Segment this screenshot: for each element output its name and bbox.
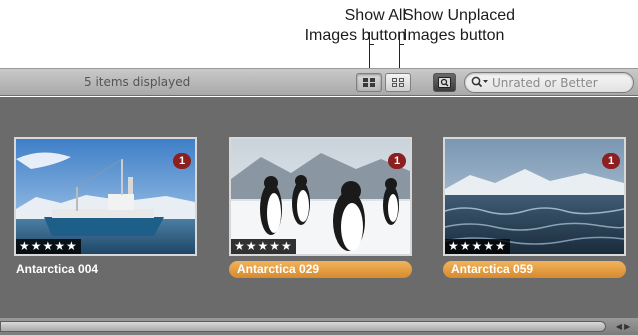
search-icon <box>471 76 488 88</box>
placed-count-badge: 1 <box>388 153 406 169</box>
grid-icon <box>363 78 375 87</box>
item-name[interactable]: Antarctica 029 <box>229 261 412 278</box>
star-rating[interactable]: ★★★★★ <box>16 239 81 254</box>
items-count-label: 5 items displayed <box>84 75 191 89</box>
star-rating[interactable]: ★★★★★ <box>231 239 296 254</box>
locate-icon <box>438 77 451 88</box>
penguins-photo <box>231 139 410 254</box>
browser-item[interactable]: 1 ★★★★★ Antarctica 059 <box>443 137 626 278</box>
callout-text: Show Unplaced <box>403 7 516 24</box>
browser-item[interactable]: 1 ★★★★★ Antarctica 004 <box>14 137 197 278</box>
browser-toolbar: 5 items displayed Unrated or Better <box>0 68 638 96</box>
callout-text: Images button <box>304 27 406 44</box>
callout-leader-line <box>399 44 404 45</box>
callout-leader-line <box>369 44 374 45</box>
thumbnail[interactable]: 1 ★★★★★ <box>14 137 197 256</box>
callout-text: Show All <box>344 7 406 24</box>
search-placeholder: Unrated or Better <box>492 76 598 90</box>
grid-outline-icon <box>392 78 404 87</box>
show-all-callout: Show All Images button <box>236 6 406 46</box>
star-rating[interactable]: ★★★★★ <box>445 239 510 254</box>
locate-button[interactable] <box>433 73 456 92</box>
placed-count-badge: 1 <box>602 153 620 169</box>
item-name[interactable]: Antarctica 004 <box>14 261 197 278</box>
stormy-sea-photo <box>445 139 624 254</box>
show-unplaced-images-button[interactable] <box>385 73 411 92</box>
show-all-images-button[interactable] <box>356 73 382 92</box>
scroll-arrows-icon[interactable]: ◀ ▶ <box>610 321 636 332</box>
horizontal-scrollbar[interactable]: ◀ ▶ <box>0 318 638 335</box>
callout-text: Images button <box>403 27 505 44</box>
scrollbar-thumb[interactable] <box>0 321 606 332</box>
thumbnail[interactable]: 1 ★★★★★ <box>443 137 626 256</box>
callout-leader-line <box>369 32 370 68</box>
rating-search-field[interactable]: Unrated or Better <box>464 72 634 93</box>
browser-item[interactable]: 1 ★★★★★ Antarctica 029 <box>229 137 412 278</box>
callout-leader-line <box>399 32 400 68</box>
placed-count-badge: 1 <box>173 153 191 169</box>
thumbnail[interactable]: 1 ★★★★★ <box>229 137 412 256</box>
ship-photo <box>16 139 195 254</box>
image-browser: 1 ★★★★★ Antarctica 004 1 ★★★★★ Antarctic… <box>0 97 638 318</box>
item-name[interactable]: Antarctica 059 <box>443 261 626 278</box>
show-unplaced-callout: Show Unplaced Images button <box>403 6 573 46</box>
